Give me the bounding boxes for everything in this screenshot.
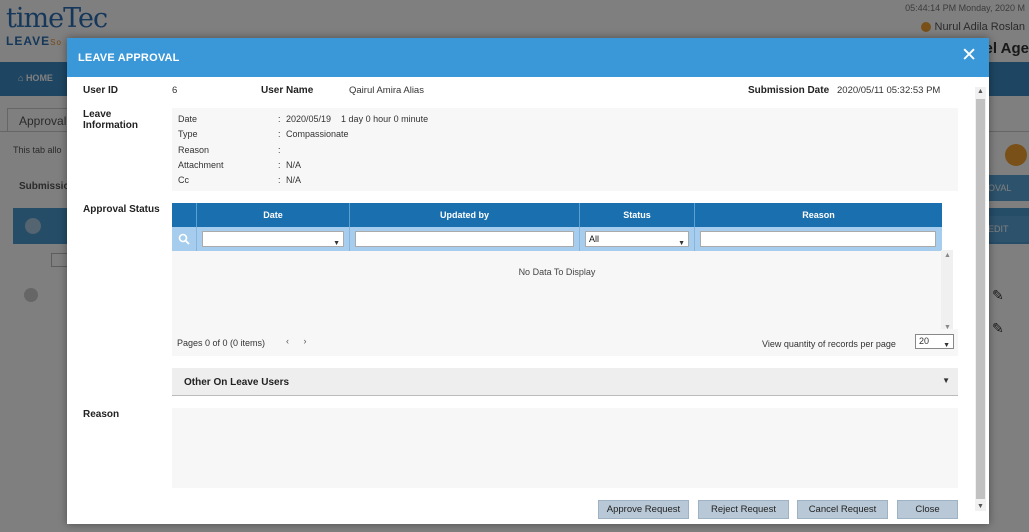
- chevron-down-icon: ▼: [678, 240, 685, 247]
- modal-header: LEAVE APPROVAL ✕: [67, 38, 989, 77]
- leave-information-panel: Date : 2020/05/19 1 day 0 hour 0 minute …: [172, 108, 958, 191]
- scroll-up-icon[interactable]: ▲: [944, 252, 951, 259]
- chevron-down-icon: ▼: [942, 376, 950, 385]
- filter-status-dropdown[interactable]: All ▼: [585, 231, 689, 247]
- info-colon: :: [278, 175, 281, 185]
- grid-filter-row: ▼ All ▼: [172, 227, 942, 251]
- reason-label: Reason: [83, 409, 120, 420]
- close-icon[interactable]: ✕: [961, 46, 977, 66]
- info-colon: :: [278, 145, 281, 155]
- info-type-label: Type: [178, 129, 198, 139]
- chevron-down-icon: ▼: [333, 240, 340, 247]
- filter-status-value: All: [589, 234, 600, 244]
- filter-reason-input[interactable]: [700, 231, 936, 247]
- leave-information-label-line2: Information: [83, 120, 138, 131]
- reject-request-button[interactable]: Reject Request: [698, 500, 789, 519]
- info-cc-label: Cc: [178, 175, 189, 185]
- grid-scrollbar[interactable]: ▲ ▼: [941, 250, 953, 333]
- info-date-label: Date: [178, 114, 198, 124]
- filter-status-cell: All ▼: [579, 227, 694, 251]
- column-header-status[interactable]: Status: [579, 203, 694, 227]
- no-data-message: No Data To Display: [518, 267, 596, 277]
- column-header-updated-by[interactable]: Updated by: [349, 203, 579, 227]
- user-name-value: Qairul Amira Alias: [349, 85, 424, 96]
- filter-updated-by-cell: [349, 227, 579, 251]
- grid-header: Date Updated by Status Reason: [172, 203, 942, 227]
- leave-approval-modal: LEAVE APPROVAL ✕ User ID 6 User Name Qai…: [67, 38, 989, 524]
- info-type-value: Compassionate: [286, 129, 349, 139]
- modal-title: LEAVE APPROVAL: [78, 52, 180, 64]
- filter-date-cell: ▼: [196, 227, 349, 251]
- user-name-label: User Name: [261, 85, 314, 96]
- approve-request-button[interactable]: Approve Request: [598, 500, 689, 519]
- info-colon: :: [278, 160, 281, 170]
- info-attachment-label: Attachment: [178, 160, 224, 170]
- filter-search-cell: [172, 227, 196, 251]
- user-id-label: User ID: [83, 85, 119, 96]
- close-button[interactable]: Close: [897, 500, 958, 519]
- scroll-up-icon[interactable]: ▲: [977, 88, 984, 95]
- column-header-reason[interactable]: Reason: [694, 203, 942, 227]
- grid-header-spacer: [172, 203, 196, 227]
- other-on-leave-accordion[interactable]: Other On Leave Users ▼: [172, 368, 958, 396]
- reason-textarea[interactable]: [172, 408, 958, 488]
- info-reason-label: Reason: [178, 145, 210, 155]
- accordion-title: Other On Leave Users: [184, 377, 290, 388]
- leave-information-label-line1: Leave: [83, 109, 112, 120]
- grid-pager: Pages 0 of 0 (0 items) ‹ › View quantity…: [172, 329, 958, 356]
- pager-nav-arrows[interactable]: ‹ ›: [286, 336, 313, 346]
- info-attachment-value: N/A: [286, 160, 302, 170]
- info-colon: :: [278, 129, 281, 139]
- user-id-value: 6: [172, 85, 178, 96]
- info-colon: :: [278, 114, 281, 124]
- records-per-page-select[interactable]: 20 ▼: [915, 334, 954, 349]
- scroll-down-icon[interactable]: ▼: [977, 503, 984, 510]
- chevron-down-icon: ▼: [943, 342, 950, 349]
- approval-status-grid: Date Updated by Status Reason ▼ All ▼ No…: [172, 203, 942, 333]
- filter-updated-by-input[interactable]: [355, 231, 574, 247]
- records-per-page-label: View quantity of records per page: [762, 339, 896, 349]
- submission-date-label: Submission Date: [748, 85, 830, 96]
- modal-scrollbar[interactable]: ▲ ▼: [975, 87, 986, 511]
- info-cc-value: N/A: [286, 175, 302, 185]
- filter-reason-cell: [694, 227, 942, 251]
- scrollbar-thumb[interactable]: [976, 99, 985, 499]
- info-date-value: 2020/05/19 1 day 0 hour 0 minute: [286, 114, 429, 124]
- column-header-date[interactable]: Date: [196, 203, 349, 227]
- records-per-page-value: 20: [919, 336, 930, 346]
- leave-information-label: Leave Information: [83, 109, 138, 131]
- approval-status-label: Approval Status: [83, 204, 160, 215]
- pager-summary: Pages 0 of 0 (0 items): [177, 338, 266, 348]
- filter-date-dropdown[interactable]: ▼: [202, 231, 344, 247]
- search-icon: [178, 233, 190, 245]
- submission-date-value: 2020/05/11 05:32:53 PM: [837, 85, 941, 96]
- cancel-request-button[interactable]: Cancel Request: [797, 500, 888, 519]
